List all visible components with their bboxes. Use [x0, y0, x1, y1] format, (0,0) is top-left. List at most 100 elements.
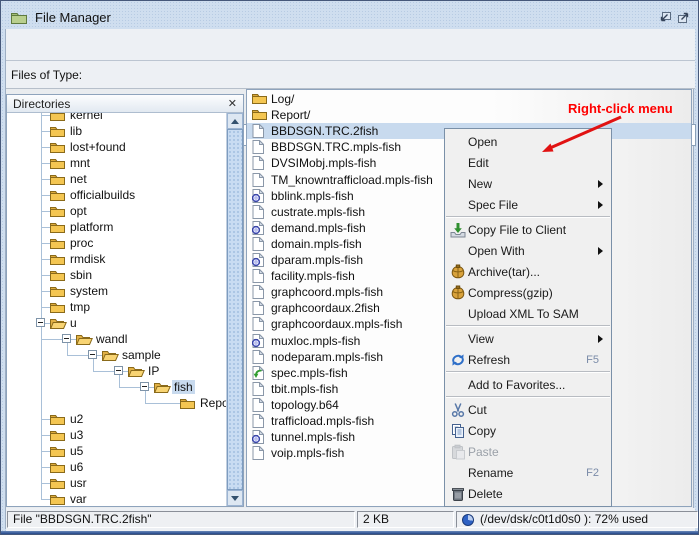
tree-expand-toggle[interactable] [62, 334, 71, 343]
menu-item-delete[interactable]: Delete [445, 483, 611, 504]
tree-item-lost-found[interactable]: lost+found [7, 139, 226, 155]
tree-expand-toggle[interactable] [114, 366, 123, 375]
menu-item-refresh[interactable]: RefreshF5 [445, 349, 611, 370]
menu-item-spec-file[interactable]: Spec File [445, 194, 611, 215]
tree-item-lib[interactable]: lib [7, 123, 226, 139]
disk-usage-text: (/dev/dsk/c0t1d0s0 ): 72% used [480, 512, 648, 527]
folder-icon [180, 397, 195, 409]
tree-item-label: proc [68, 236, 95, 250]
refresh-icon [448, 352, 468, 368]
tree-expand-toggle[interactable] [88, 350, 97, 359]
folder-icon [50, 125, 65, 137]
file-icon [252, 124, 264, 138]
tree-item-label: platform [68, 220, 115, 234]
tree-item-usr[interactable]: usr [7, 475, 226, 491]
menu-item-copy-file-to-client[interactable]: Copy File to Client [445, 219, 611, 240]
tree-item-label: fish [172, 380, 195, 394]
tree-connector [41, 275, 51, 276]
menu-item-new[interactable]: New [445, 173, 611, 194]
scroll-up-button[interactable] [227, 113, 243, 129]
folder-icon [50, 113, 65, 121]
file-name: voip.mpls-fish [271, 446, 344, 460]
menu-item-open[interactable]: Open [445, 131, 611, 152]
tree-item-wandl[interactable]: wandl [7, 331, 226, 347]
file-icon [252, 350, 264, 364]
tree-item-label: u3 [68, 428, 85, 442]
scroll-down-button[interactable] [227, 490, 243, 506]
gear-file-icon [252, 334, 264, 348]
menu-item-cut[interactable]: Cut [445, 399, 611, 420]
tree-scrollbar[interactable] [226, 113, 243, 506]
menu-item-open-with[interactable]: Open With [445, 240, 611, 261]
tree-item-opt[interactable]: opt [7, 203, 226, 219]
tree-item-u6[interactable]: u6 [7, 459, 226, 475]
folder-icon [50, 173, 65, 185]
titlebar[interactable]: File Manager [5, 5, 694, 29]
tree-connector [41, 419, 51, 420]
folder-icon [50, 237, 65, 249]
tree-item-label: system [68, 284, 110, 298]
menu-item-archive-tar[interactable]: Archive(tar)... [445, 261, 611, 282]
tree-item-label: sample [120, 348, 163, 362]
menu-item-compress-gzip[interactable]: Compress(gzip) [445, 282, 611, 303]
tree-item-ip[interactable]: IP [7, 363, 226, 379]
folder-icon [50, 157, 65, 169]
menu-item-view[interactable]: View [445, 328, 611, 349]
triangle-up-icon [231, 119, 239, 124]
menu-item-label: Copy File to Client [468, 223, 566, 237]
tree-item-sample[interactable]: sample [7, 347, 226, 363]
tree-item-mnt[interactable]: mnt [7, 155, 226, 171]
maximize-window-icon[interactable] [676, 10, 692, 25]
tree-item-u5[interactable]: u5 [7, 443, 226, 459]
menu-separator [446, 396, 610, 398]
spec-file-icon [252, 366, 264, 380]
tree-expand-toggle[interactable] [140, 382, 149, 391]
file-name: tunnel.mpls-fish [271, 430, 355, 444]
scrollbar-thumb[interactable] [227, 129, 243, 490]
menu-item-label: Refresh [468, 353, 510, 367]
restore-window-icon[interactable] [657, 10, 673, 25]
compress-icon [448, 285, 468, 301]
tree-connector [41, 243, 51, 244]
tree-item-net[interactable]: net [7, 171, 226, 187]
annotation-label: Right-click menu [568, 101, 673, 116]
tree-item-rmdisk[interactable]: rmdisk [7, 251, 226, 267]
tree-item-proc[interactable]: proc [7, 235, 226, 251]
tree-item-label: officialbuilds [68, 188, 137, 202]
menu-item-edit[interactable]: Edit [445, 152, 611, 173]
tree-item-fish[interactable]: fish [7, 379, 226, 395]
folder-icon [50, 413, 65, 425]
menu-item-upload-xml-to-sam[interactable]: Upload XML To SAM [445, 303, 611, 324]
menu-item-rename[interactable]: RenameF2 [445, 462, 611, 483]
tree-item-officialbuilds[interactable]: officialbuilds [7, 187, 226, 203]
close-panel-icon[interactable]: ✕ [228, 99, 237, 109]
gear-file-icon [252, 221, 264, 235]
tree-item-platform[interactable]: platform [7, 219, 226, 235]
folder-icon [50, 429, 65, 441]
tree-expand-toggle[interactable] [36, 318, 45, 327]
tree-item-var[interactable]: var [7, 491, 226, 506]
menu-icon-spacer [448, 197, 468, 213]
tree-item-label: Report [198, 396, 226, 410]
copy-icon [448, 423, 468, 439]
menu-item-paste[interactable]: Paste [445, 441, 611, 462]
tree-item-u3[interactable]: u3 [7, 427, 226, 443]
tree-item-label: kernel [68, 113, 105, 122]
menu-separator [446, 216, 610, 218]
menu-item-copy[interactable]: Copy [445, 420, 611, 441]
menu-item-add-to-favorites[interactable]: Add to Favorites... [445, 374, 611, 395]
tree-connector [41, 163, 51, 164]
directories-header: Directories ✕ [7, 95, 243, 113]
tree-item-report[interactable]: Report [7, 395, 226, 411]
tree-item-tmp[interactable]: tmp [7, 299, 226, 315]
directories-title: Directories [13, 97, 70, 111]
folder-icon [50, 461, 65, 473]
file-name: bblink.mpls-fish [271, 189, 354, 203]
tree-item-kernel[interactable]: kernel [7, 113, 226, 123]
tree-item-u2[interactable]: u2 [7, 411, 226, 427]
folder-icon [50, 493, 65, 505]
tree-item-sbin[interactable]: sbin [7, 267, 226, 283]
tree-item-system[interactable]: system [7, 283, 226, 299]
status-bar: File "BBDSGN.TRC.2fish" 2 KB (/dev/dsk/c… [6, 508, 695, 531]
file-name: demand.mpls-fish [271, 221, 366, 235]
